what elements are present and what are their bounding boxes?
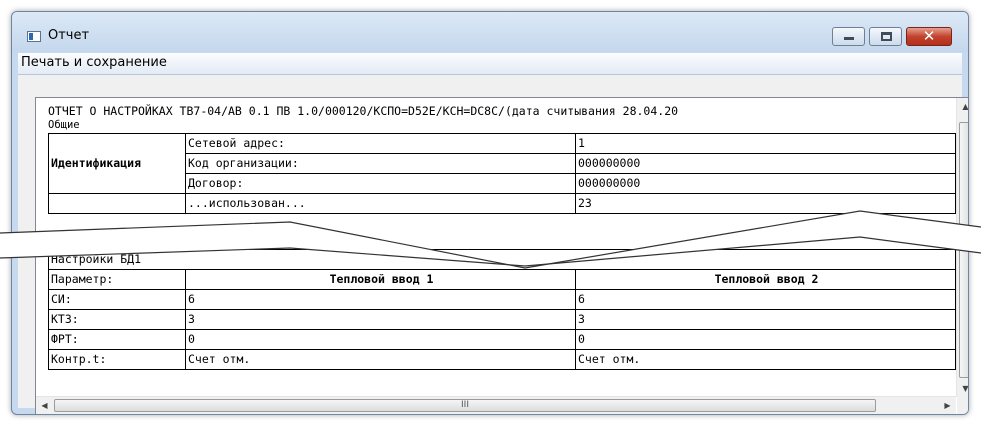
table-cell: 6 xyxy=(575,289,956,310)
report-title: ОТЧЕТ О НАСТРОЙКАХ ТВ7-04/АВ 0.1 ПВ 1.0/… xyxy=(48,104,679,118)
table-row: Контр.t: Счет отм. Счет отм. xyxy=(48,349,956,370)
table-cell: Счет отм. xyxy=(575,349,956,370)
table-cell: 000000000 xyxy=(575,153,956,174)
table-cell: 1 xyxy=(575,133,956,154)
table-cell: Счет отм. xyxy=(185,349,576,370)
table-row: КТ3: 3 3 xyxy=(48,309,956,330)
maximize-button[interactable] xyxy=(869,27,902,46)
report-panel: ОТЧЕТ О НАСТРОЙКАХ ТВ7-04/АВ 0.1 ПВ 1.0/… xyxy=(35,97,968,414)
table-cell: 0 xyxy=(185,329,576,350)
table-row: ...использован... 23 xyxy=(48,193,956,214)
scroll-right-arrow-icon[interactable]: ▶ xyxy=(939,397,956,414)
identification-group-label: Идентификация xyxy=(48,133,186,194)
maximize-icon xyxy=(881,32,892,41)
minimize-icon xyxy=(844,37,854,40)
window-title: Отчет xyxy=(48,28,90,43)
table-cell: СИ: xyxy=(48,289,186,310)
table-cell: 6 xyxy=(185,289,576,310)
scroll-left-arrow-icon[interactable]: ◀ xyxy=(36,397,53,414)
table-cell: 3 xyxy=(185,309,576,330)
section-bd1-label: Настройки БД1 xyxy=(48,249,956,270)
table-cell: Сетевой адрес: xyxy=(185,133,576,154)
table-cell: ФРТ: xyxy=(48,329,186,350)
scroll-grip-icon: III xyxy=(461,400,469,410)
table-cell xyxy=(48,193,186,214)
scroll-down-arrow-icon[interactable]: ▼ xyxy=(957,380,968,397)
table-cell: 0 xyxy=(575,329,956,350)
close-icon: ✕ xyxy=(922,27,936,45)
title-bar[interactable]: Отчет ✕ xyxy=(12,12,968,52)
app-window-icon xyxy=(27,31,41,42)
vertical-scrollbar[interactable]: ▲ ▼ xyxy=(956,98,968,397)
table-cell: 3 xyxy=(575,309,956,330)
horizontal-scrollbar[interactable]: ◀ III ▶ xyxy=(36,396,956,414)
section-general-label: Общие xyxy=(48,119,80,131)
scroll-up-arrow-icon[interactable]: ▲ xyxy=(957,98,968,115)
vertical-scroll-thumb[interactable] xyxy=(959,122,968,378)
table-cell: Контр.t: xyxy=(48,349,186,370)
client-area: ОТЧЕТ О НАСТРОЙКАХ ТВ7-04/АВ 0.1 ПВ 1.0/… xyxy=(18,75,968,414)
column-header: Тепловой ввод 1 xyxy=(185,269,576,290)
scrollbar-corner xyxy=(957,397,968,414)
column-header: Тепловой ввод 2 xyxy=(575,269,956,290)
menu-item-print-save[interactable]: Печать и сохранение xyxy=(21,55,167,70)
close-button[interactable]: ✕ xyxy=(906,27,952,46)
identification-table: Идентификация Сетевой адрес: 1 Код орган… xyxy=(48,133,956,214)
table-row: Настройки БД1 xyxy=(48,249,956,270)
table-cell: 23 xyxy=(575,193,956,214)
horizontal-scroll-thumb[interactable]: III xyxy=(54,399,876,412)
menu-bar: Печать и сохранение xyxy=(18,53,962,75)
table-cell: ...использован... xyxy=(185,193,576,214)
table-header-row: Параметр: Тепловой ввод 1 Тепловой ввод … xyxy=(48,269,956,290)
table-cell: Код организации: xyxy=(185,153,576,174)
column-header: Параметр: xyxy=(48,269,186,290)
table-row: СИ: 6 6 xyxy=(48,289,956,310)
table-row: Идентификация Сетевой адрес: 1 xyxy=(48,133,956,194)
table-cell: Договор: xyxy=(185,173,576,194)
bd1-table: Настройки БД1 Параметр: Тепловой ввод 1 … xyxy=(48,249,956,370)
table-cell: КТ3: xyxy=(48,309,186,330)
report-window: Отчет ✕ Печать и сохранение ОТЧЕТ О НАСТ… xyxy=(11,11,969,415)
table-row: ФРТ: 0 0 xyxy=(48,329,956,350)
table-row: Код организации: 000000000 xyxy=(49,153,956,174)
table-row: Договор: 000000000 xyxy=(49,173,956,194)
minimize-button[interactable] xyxy=(832,27,865,46)
report-content: ОТЧЕТ О НАСТРОЙКАХ ТВ7-04/АВ 0.1 ПВ 1.0/… xyxy=(36,98,956,397)
table-cell: 000000000 xyxy=(575,173,956,194)
